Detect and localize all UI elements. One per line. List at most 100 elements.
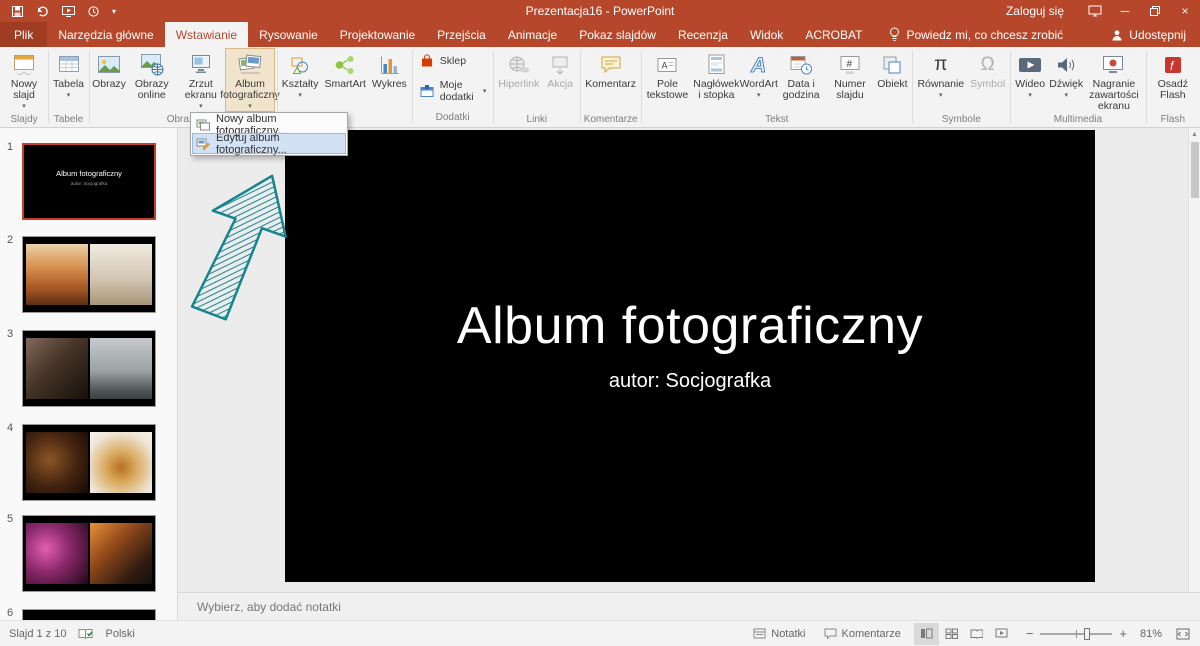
store-icon: [419, 53, 435, 69]
thumbnail-subtitle: autor: Socjografka: [24, 181, 154, 187]
table-button[interactable]: Tabela ▾: [50, 48, 87, 112]
status-bar-right: Notatki Komentarze − + 81%: [744, 621, 1200, 646]
notes-toggle-button[interactable]: Notatki: [744, 621, 814, 646]
screenshot-icon: [189, 51, 213, 76]
symbol-button[interactable]: Ω Symbol: [967, 48, 1008, 112]
save-icon[interactable]: [12, 6, 23, 17]
tell-me-box[interactable]: Powiedz mi, co chcesz zrobić: [889, 22, 1063, 47]
pictures-button[interactable]: Obrazy: [91, 48, 127, 112]
slide-number-button[interactable]: # Numer slajdu: [826, 48, 875, 112]
sign-in-link[interactable]: Zaloguj się: [1006, 4, 1064, 18]
language-indicator[interactable]: Polski: [105, 628, 134, 640]
photo-waffles: [90, 432, 152, 493]
slide-thumbnail-image[interactable]: [22, 609, 156, 620]
tab-recenzja[interactable]: Recenzja: [667, 22, 739, 47]
tab-wstawianie[interactable]: Wstawianie: [165, 22, 248, 47]
slide-thumbnail-image[interactable]: [22, 236, 156, 313]
zoom-slider[interactable]: [1040, 627, 1112, 641]
slide-thumbnail-image[interactable]: Album fotograficzny autor: Socjografka: [22, 143, 156, 220]
button-label: Akcja: [547, 79, 573, 90]
fit-slide-to-window-button[interactable]: [1170, 628, 1200, 640]
spellcheck-icon[interactable]: [78, 627, 93, 640]
normal-view-button[interactable]: [914, 623, 939, 645]
photo-branches: [90, 244, 152, 305]
slide-thumbnail-image[interactable]: [22, 330, 156, 407]
tab-przejscia[interactable]: Przejścia: [426, 22, 497, 47]
tab-acrobat[interactable]: ACROBAT: [794, 22, 873, 47]
slide-number: 4: [7, 422, 13, 434]
header-footer-button[interactable]: Nagłówek i stopka: [692, 48, 741, 112]
minimize-button[interactable]: ─: [1110, 0, 1140, 22]
menu-item-edit-photo-album[interactable]: Edytuj album fotograficzny...: [193, 134, 345, 153]
slide-thumbnail-image[interactable]: [22, 424, 156, 501]
close-button[interactable]: ×: [1170, 0, 1200, 22]
slide-indicator[interactable]: Slajd 1 z 10: [9, 628, 66, 640]
zoom-in-button[interactable]: +: [1119, 626, 1127, 641]
tab-widok[interactable]: Widok: [739, 22, 794, 47]
scroll-up-icon[interactable]: ▲: [1189, 128, 1200, 141]
shapes-icon: [289, 51, 311, 76]
action-button[interactable]: Akcja: [542, 48, 578, 112]
restore-button[interactable]: [1140, 0, 1170, 22]
embed-flash-button[interactable]: f Osadź Flash: [1148, 48, 1198, 112]
edit-photo-album-icon: [196, 137, 210, 150]
screen-recording-button[interactable]: Nagranie zawartości ekranu: [1084, 48, 1143, 112]
smartart-button[interactable]: SmartArt: [321, 48, 368, 112]
store-button[interactable]: Sklep: [414, 52, 471, 70]
zoom-slider-handle[interactable]: [1084, 628, 1090, 640]
zoom-out-button[interactable]: −: [1026, 626, 1034, 641]
display-settings-icon[interactable]: [1080, 0, 1110, 22]
equation-button[interactable]: π Równanie ▾: [914, 48, 967, 112]
chart-button[interactable]: Wykres: [369, 48, 410, 112]
tab-rysowanie[interactable]: Rysowanie: [248, 22, 329, 47]
comments-toggle-button[interactable]: Komentarze: [815, 621, 910, 646]
tab-projektowanie[interactable]: Projektowanie: [329, 22, 426, 47]
date-time-button[interactable]: Data i godzina: [777, 48, 826, 112]
vertical-scrollbar[interactable]: ▲: [1188, 128, 1200, 592]
status-bar-left: Slajd 1 z 10 Polski: [0, 627, 135, 640]
notes-pane[interactable]: Wybierz, aby dodać notatki: [178, 592, 1200, 620]
new-slide-button[interactable]: Nowy slajd ▾: [2, 48, 46, 112]
online-pictures-button[interactable]: Obrazy online: [127, 48, 176, 112]
table-icon: [57, 51, 81, 76]
touch-mode-icon[interactable]: [88, 6, 99, 17]
start-slideshow-icon[interactable]: [62, 6, 75, 17]
notes-placeholder: Wybierz, aby dodać notatki: [197, 600, 341, 614]
slide-editor-area: Album fotograficzny autor: Socjografka ▲…: [178, 128, 1200, 620]
tab-animacje[interactable]: Animacje: [497, 22, 568, 47]
comment-button[interactable]: Komentarz: [582, 48, 639, 112]
button-label: Równanie: [917, 79, 964, 90]
tab-file[interactable]: Plik: [0, 22, 47, 47]
photo-sunset: [26, 244, 88, 305]
textbox-button[interactable]: A Pole tekstowe: [643, 48, 692, 112]
scrollbar-thumb[interactable]: [1191, 142, 1199, 198]
tab-pokaz-slajdow[interactable]: Pokaz slajdów: [568, 22, 667, 47]
screenshot-button[interactable]: Zrzut ekranu ▾: [176, 48, 225, 112]
undo-icon[interactable]: [36, 6, 49, 17]
button-label: Moje dodatki: [440, 79, 477, 103]
smartart-icon: [333, 51, 357, 76]
tab-narzedzia-glowne[interactable]: Narzędzia główne: [47, 22, 164, 47]
slide-title[interactable]: Album fotograficzny: [285, 296, 1095, 356]
slide-number-icon: #: [838, 51, 862, 76]
video-button[interactable]: Wideo ▾: [1012, 48, 1048, 112]
audio-button[interactable]: Dźwięk ▾: [1048, 48, 1084, 112]
my-addins-button[interactable]: Moje dodatki ▾: [414, 78, 492, 104]
quick-access-dropdown-icon[interactable]: ▾: [112, 7, 116, 16]
reading-view-button[interactable]: [964, 623, 989, 645]
slide-sorter-view-button[interactable]: [939, 623, 964, 645]
photo-album-button[interactable]: Album fotograficzny ▾: [225, 48, 274, 112]
slideshow-view-button[interactable]: [989, 623, 1014, 645]
slide-thumbnail-image[interactable]: [22, 515, 156, 592]
zoom-level[interactable]: 81%: [1134, 628, 1162, 640]
share-button[interactable]: Udostępnij: [1097, 22, 1200, 47]
wordart-button[interactable]: A WordArt ▾: [741, 48, 777, 112]
object-button[interactable]: Obiekt: [874, 48, 910, 112]
slide-subtitle[interactable]: autor: Socjografka: [285, 370, 1095, 393]
hyperlink-button[interactable]: Hiperlink: [495, 48, 542, 112]
slide-canvas[interactable]: Album fotograficzny autor: Socjografka: [285, 130, 1095, 582]
screen-recording-icon: [1101, 51, 1127, 76]
shapes-button[interactable]: Kształty ▾: [279, 48, 322, 112]
ribbon-tab-row: Plik Narzędzia główne Wstawianie Rysowan…: [0, 22, 1200, 47]
button-label: Zrzut ekranu: [179, 79, 222, 101]
